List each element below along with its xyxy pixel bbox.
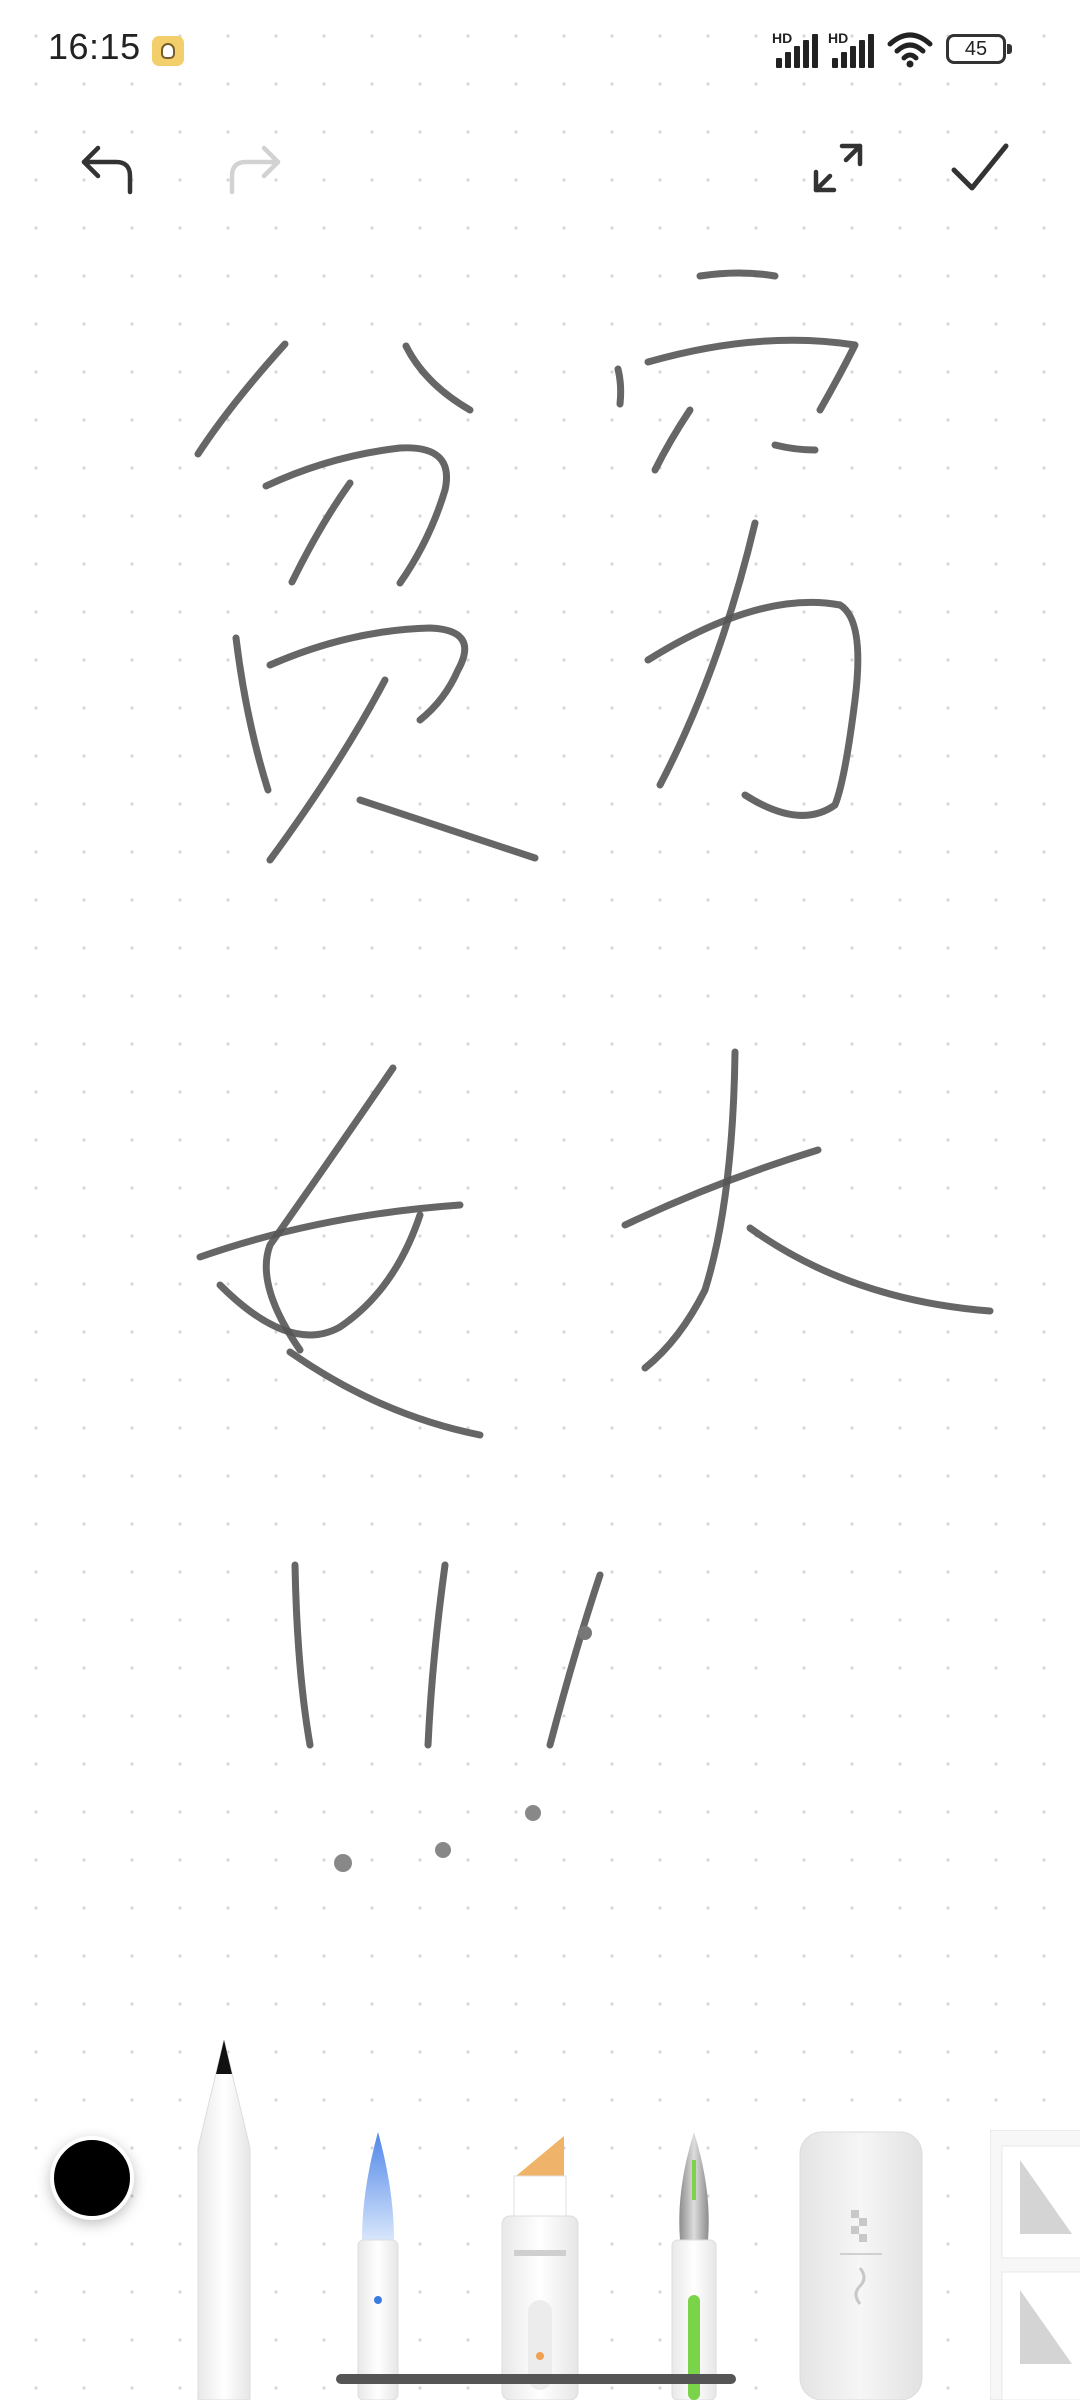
pencil-tool[interactable] (196, 2038, 252, 2400)
drawing-page: 16:15 HD HD 45 (0, 0, 1080, 2400)
pencil-icon (197, 2039, 251, 2400)
brush-tool[interactable] (344, 2130, 412, 2400)
ink-speckles (334, 1626, 592, 1872)
highlighter-icon (501, 2136, 579, 2400)
eraser-tool[interactable] (796, 2128, 926, 2400)
eraser-icon (799, 2131, 923, 2400)
triangle-ruler-icon (989, 2129, 1080, 2400)
brush-icon (357, 2132, 399, 2400)
drawing-canvas[interactable] (0, 0, 1080, 2400)
home-indicator[interactable] (336, 2374, 736, 2384)
fountain-pen-icon (671, 2132, 717, 2400)
color-picker-button[interactable] (50, 2136, 134, 2220)
fountain-pen-tool[interactable] (660, 2130, 728, 2400)
shapes-tool[interactable] (989, 2129, 1080, 2400)
highlighter-tool[interactable] (490, 2130, 590, 2400)
